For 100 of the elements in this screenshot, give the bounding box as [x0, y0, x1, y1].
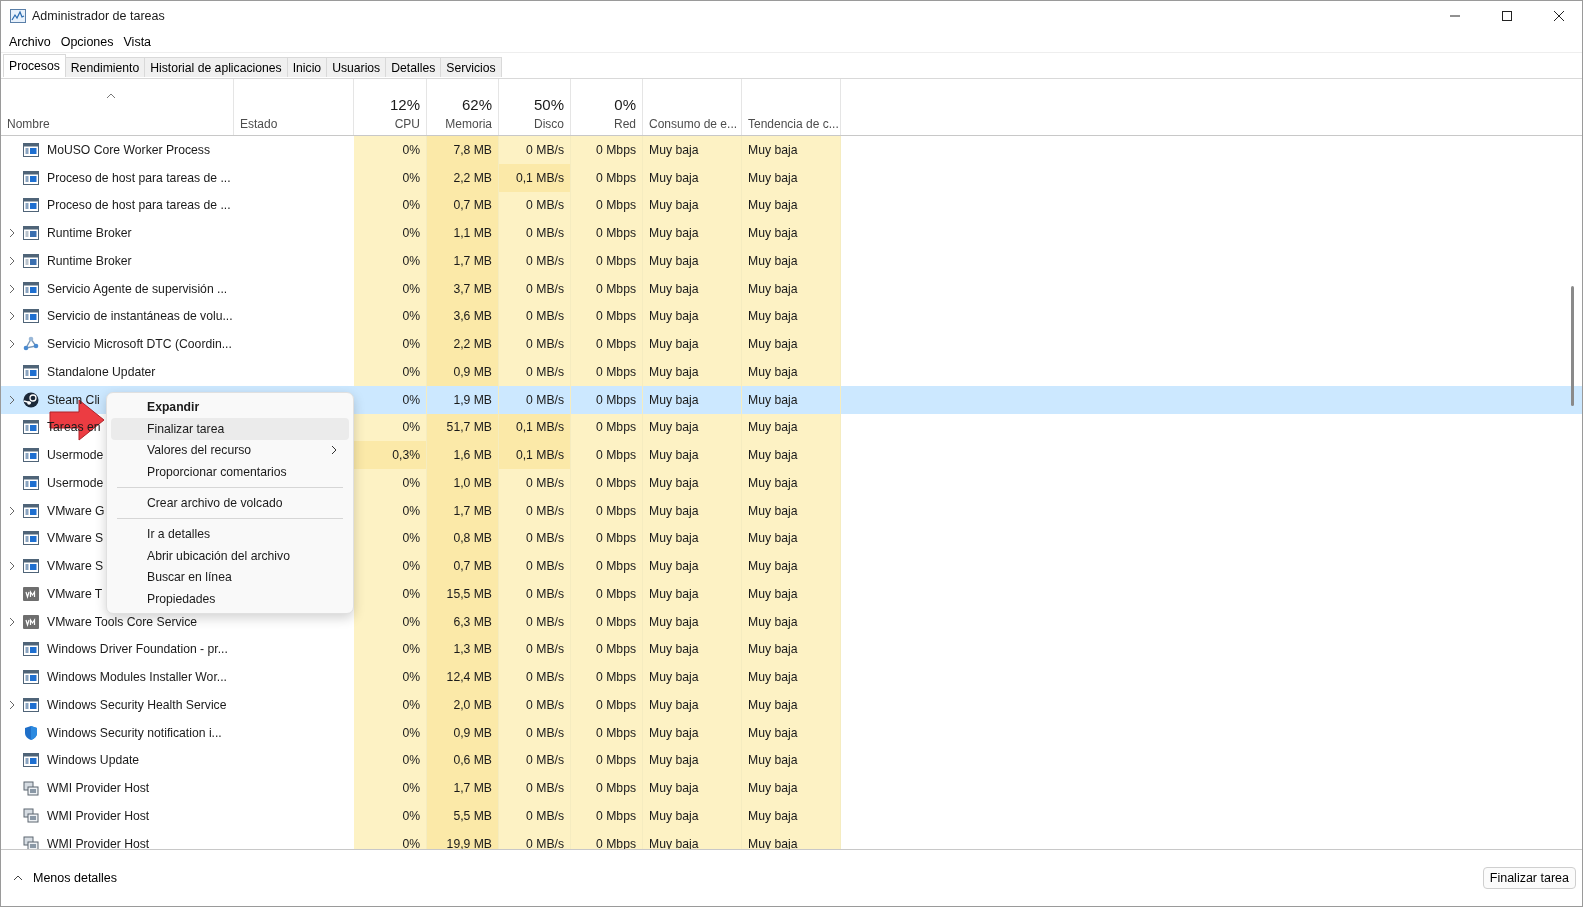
table-cell: Muy baja	[643, 274, 742, 303]
table-cell: Muy baja	[643, 441, 742, 469]
table-cell: Muy baja	[742, 358, 841, 386]
table-cell: Muy baja	[742, 413, 841, 442]
expand-chevron-icon[interactable]	[7, 616, 17, 627]
computer-icon	[23, 836, 39, 849]
table-cell: Muy baja	[643, 413, 742, 442]
table-cell: Muy baja	[742, 469, 841, 497]
column-header[interactable]: 12% CPU	[354, 79, 427, 135]
table-cell: Muy baja	[643, 774, 742, 802]
menu-item[interactable]: Propiedades	[111, 588, 349, 611]
table-cell: Muy baja	[742, 274, 841, 303]
table-cell: 2,2 MB	[427, 330, 499, 358]
table-cell: 0%	[354, 524, 427, 553]
table-cell: 19,9 MB	[427, 829, 499, 849]
table-cell: 0 MB/s	[499, 191, 571, 220]
menu-item[interactable]: Ir a detalles	[111, 523, 349, 545]
steam-icon	[23, 391, 39, 408]
scrollbar-thumb[interactable]	[1571, 286, 1574, 406]
column-header[interactable]: Estado	[234, 79, 354, 135]
table-cell: 0%	[354, 413, 427, 442]
fewer-details-button[interactable]: Menos detalles	[13, 871, 118, 885]
menu-item[interactable]: Archivo	[4, 31, 56, 52]
table-cell: Muy baja	[643, 302, 742, 331]
table-cell: 0%	[354, 691, 427, 719]
table-cell: 0 MB/s	[499, 580, 571, 608]
tab[interactable]: Usuarios	[326, 57, 387, 77]
menu-item[interactable]: Buscar en línea	[111, 566, 349, 589]
window-title: Administrador de tareas	[32, 9, 166, 23]
table-cell: 0 MB/s	[499, 718, 571, 747]
table-cell: 0%	[354, 302, 427, 331]
menu-item[interactable]: Crear archivo de volcado	[111, 492, 349, 514]
column-header[interactable]: 62% Memoria	[427, 79, 499, 135]
table-cell: 0%	[354, 496, 427, 525]
table-cell: 0,1 MB/s	[499, 163, 571, 192]
process-name: Servicio Microsoft DTC (Coordin...	[47, 337, 232, 352]
table-cell: 0 MB/s	[499, 136, 571, 164]
table-cell: 0 MB/s	[499, 219, 571, 247]
tab[interactable]: Historial de aplicaciones	[144, 57, 288, 77]
window-icon	[23, 170, 39, 185]
window-icon	[23, 226, 39, 241]
process-name: VMware Tools Core Service	[47, 614, 198, 629]
window-icon	[23, 559, 39, 574]
table-cell: 15,5 MB	[427, 580, 499, 608]
expand-chevron-icon[interactable]	[7, 505, 17, 516]
chevron-up-icon	[13, 875, 23, 881]
table-cell: Muy baja	[742, 302, 841, 331]
tab[interactable]: Detalles	[385, 57, 442, 77]
column-header[interactable]: Nombre	[1, 79, 234, 135]
process-name: Proceso de host para tareas de ...	[47, 170, 231, 185]
tab[interactable]: Rendimiento	[64, 57, 146, 77]
table-cell: 0 MB/s	[499, 607, 571, 636]
table-cell: Muy baja	[643, 635, 742, 664]
close-icon	[1554, 11, 1564, 21]
column-header[interactable]: Consumo de e...	[643, 79, 742, 135]
menu-item[interactable]: Proporcionar comentarios	[111, 461, 349, 484]
table-cell: 0,6 MB	[427, 746, 499, 775]
process-name: WMI Provider Host	[47, 836, 150, 849]
expand-chevron-icon[interactable]	[7, 255, 17, 266]
menu-item[interactable]: Opciones	[55, 31, 119, 52]
expand-chevron-icon[interactable]	[7, 228, 17, 239]
tab[interactable]: Servicios	[440, 57, 502, 77]
menu-item[interactable]: Expandir	[111, 396, 349, 418]
column-header[interactable]: Tendencia de c...	[742, 79, 841, 135]
table-cell: 0 Mbps	[571, 607, 643, 636]
menu-item[interactable]: Abrir ubicación del archivo	[111, 544, 349, 567]
tab[interactable]: Inicio	[286, 57, 328, 77]
table-cell: 0 Mbps	[571, 663, 643, 691]
tab[interactable]: Procesos	[3, 54, 66, 77]
table-cell: 0,1 MB/s	[499, 441, 571, 469]
table-cell: 0%	[354, 802, 427, 830]
table-cell: 0 MB/s	[499, 802, 571, 830]
expand-chevron-icon[interactable]	[7, 283, 17, 294]
table-cell: 0,9 MB	[427, 718, 499, 747]
table-cell: Muy baja	[742, 580, 841, 608]
table-cell: Muy baja	[742, 441, 841, 469]
menu-item[interactable]: Vista	[118, 31, 157, 52]
table-cell: 0,3%	[354, 441, 427, 469]
table-cell: 0 Mbps	[571, 191, 643, 220]
table-cell: Muy baja	[742, 718, 841, 747]
table-cell: 0 Mbps	[571, 413, 643, 442]
table-cell: Muy baja	[742, 219, 841, 247]
expand-chevron-icon[interactable]	[7, 394, 17, 405]
table-cell: 0 Mbps	[571, 247, 643, 275]
menu-item[interactable]: Valores del recurso	[111, 439, 349, 462]
table-cell: 0%	[354, 469, 427, 497]
column-header[interactable]: 0% Red	[571, 79, 643, 135]
expand-chevron-icon[interactable]	[7, 561, 17, 572]
menu-item[interactable]: Finalizar tarea	[111, 417, 349, 440]
process-name: Windows Security Health Service	[47, 697, 227, 712]
expand-chevron-icon[interactable]	[7, 699, 17, 710]
column-header[interactable]: 50% Disco	[499, 79, 571, 135]
expand-chevron-icon[interactable]	[7, 339, 17, 350]
expand-chevron-icon[interactable]	[7, 311, 17, 322]
table-cell: 0 Mbps	[571, 441, 643, 469]
window-icon	[23, 253, 39, 268]
window-icon	[23, 753, 39, 768]
end-task-button[interactable]: Finalizar tarea	[1482, 867, 1576, 889]
table-cell: Muy baja	[643, 219, 742, 247]
table-cell: 0 MB/s	[499, 524, 571, 553]
